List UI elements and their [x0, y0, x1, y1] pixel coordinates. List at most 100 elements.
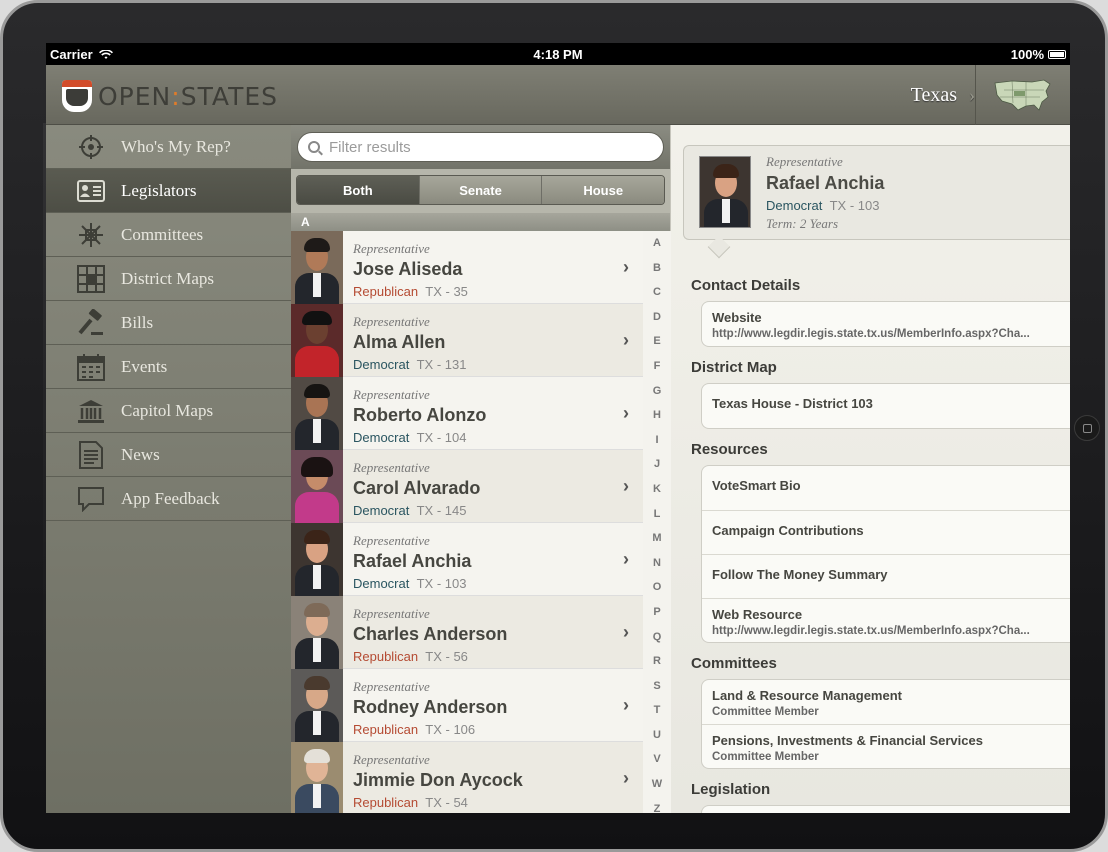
app-screen: OPEN:STATES Texas › Who's My Rep? Legisl…: [46, 65, 1070, 813]
sidebar-item-label: App Feedback: [121, 488, 220, 508]
alphabet-index[interactable]: A B C D E F G H I J K L M N O P Q R S T: [643, 231, 671, 813]
sidebar-item-whos-my-rep[interactable]: Who's My Rep?: [46, 125, 291, 169]
sidebar-item-committees[interactable]: Committees: [46, 213, 291, 257]
state-selector[interactable]: Texas ›: [911, 65, 975, 125]
index-letter[interactable]: D: [643, 305, 671, 330]
contact-details-title: Contact Details: [691, 277, 801, 294]
chevron-right-icon: ›: [623, 768, 629, 788]
index-letter[interactable]: G: [643, 379, 671, 404]
legislator-district: TX - 106: [425, 722, 476, 737]
index-letter[interactable]: T: [643, 698, 671, 723]
sidebar-item-capitol-maps[interactable]: Capitol Maps: [46, 389, 291, 433]
map-grid-icon: [76, 264, 106, 294]
index-letter[interactable]: Z: [643, 797, 671, 813]
search-input[interactable]: Filter results: [297, 132, 664, 162]
list-item[interactable]: Representative Rafael Anchia Democrat TX -…: [291, 523, 643, 596]
sidebar-item-events[interactable]: Events: [46, 345, 291, 389]
list-item[interactable]: Representative Roberto Alonzo Democrat TX …: [291, 377, 643, 450]
committees-group: Land & Resource Management Committee Mem…: [701, 679, 1070, 769]
legislator-list-panel: Filter results Both Senate House A Repre…: [291, 125, 671, 813]
votesmart-bio-cell[interactable]: VoteSmart Bio: [702, 466, 1070, 510]
website-cell[interactable]: Website http://www.legdir.legis.state.tx…: [702, 302, 1070, 346]
sidebar-item-district-maps[interactable]: District Maps: [46, 257, 291, 301]
index-letter[interactable]: B: [643, 256, 671, 281]
index-letter[interactable]: H: [643, 403, 671, 428]
legislator-role: Representative: [353, 241, 430, 256]
index-letter[interactable]: N: [643, 551, 671, 576]
battery-icon: [1048, 50, 1066, 59]
sidebar-item-label: Events: [121, 356, 168, 376]
index-letter[interactable]: R: [643, 649, 671, 674]
logo-open: OPEN: [98, 81, 172, 111]
list-item[interactable]: Representative Charles Anderson Republican…: [291, 596, 643, 669]
list-item[interactable]: Representative Rodney Anderson Republican …: [291, 669, 643, 742]
resources-group: VoteSmart Bio Campaign Contributions Fol…: [701, 465, 1070, 643]
legislator-photo: [291, 523, 343, 596]
index-letter[interactable]: A: [643, 231, 671, 256]
web-resource-url: http://www.legdir.legis.state.tx.us/Memb…: [712, 625, 1030, 637]
index-letter[interactable]: M: [643, 526, 671, 551]
battery-percent: 100%: [1010, 47, 1044, 62]
detail-role: Representative: [766, 154, 843, 169]
list-item[interactable]: Representative Alma Allen Democrat TX - 13…: [291, 304, 643, 377]
committee-cell[interactable]: Land & Resource Management Committee Mem…: [702, 680, 1070, 724]
legislator-photo: [291, 231, 343, 304]
index-letter[interactable]: C: [643, 280, 671, 305]
chevron-right-icon: ›: [623, 695, 629, 715]
index-letter[interactable]: J: [643, 452, 671, 477]
district-map-title: District Map: [691, 359, 777, 376]
index-letter[interactable]: S: [643, 674, 671, 699]
list-item[interactable]: Representative Jose Aliseda Republican TX …: [291, 231, 643, 304]
card-pointer: [707, 235, 731, 259]
index-letter[interactable]: O: [643, 575, 671, 600]
legislator-name: Carol Alvarado: [353, 478, 481, 498]
index-letter[interactable]: V: [643, 747, 671, 772]
district-map-cell[interactable]: Texas House - District 103: [702, 384, 1070, 428]
legislator-name: Charles Anderson: [353, 624, 508, 644]
legislator-name: Rafael Anchia: [353, 551, 472, 571]
index-letter[interactable]: F: [643, 354, 671, 379]
sidebar-item-legislators[interactable]: Legislators: [46, 169, 291, 213]
legislator-photo: [291, 669, 343, 742]
sidebar-item-app-feedback[interactable]: App Feedback: [46, 477, 291, 521]
legislator-name: Alma Allen: [353, 332, 446, 352]
legislator-photo: [291, 596, 343, 669]
home-button[interactable]: [1074, 415, 1100, 441]
legislator-role: Representative: [353, 387, 430, 402]
segment-house[interactable]: House: [541, 176, 664, 204]
sidebar-item-news[interactable]: News: [46, 433, 291, 477]
index-letter[interactable]: E: [643, 329, 671, 354]
index-letter[interactable]: U: [643, 723, 671, 748]
legislator-district: TX - 131: [416, 357, 467, 372]
index-letter[interactable]: P: [643, 600, 671, 625]
list-item[interactable]: Representative Jimmie Don Aycock Republica…: [291, 742, 643, 813]
list-item[interactable]: Representative Carol Alvarado Democrat TX …: [291, 450, 643, 523]
segment-senate[interactable]: Senate: [418, 176, 542, 204]
campaign-contributions-cell[interactable]: Campaign Contributions: [702, 510, 1070, 554]
index-letter[interactable]: L: [643, 502, 671, 527]
shield-logo-icon: [62, 80, 92, 112]
sidebar-item-bills[interactable]: Bills: [46, 301, 291, 345]
us-map-button[interactable]: [975, 65, 1070, 125]
segment-both[interactable]: Both: [297, 176, 419, 204]
section-header: A: [291, 213, 670, 231]
committee-cell[interactable]: Pensions, Investments & Financial Servic…: [702, 724, 1070, 768]
capitol-icon: [76, 396, 106, 426]
follow-the-money-cell[interactable]: Follow The Money Summary: [702, 554, 1070, 598]
detail-term: Term: 2 Years: [766, 216, 839, 231]
index-letter[interactable]: Q: [643, 625, 671, 650]
index-letter[interactable]: W: [643, 772, 671, 797]
legislation-group: [701, 805, 1070, 813]
news-icon: [76, 440, 106, 470]
legislation-title: Legislation: [691, 781, 771, 798]
committee-name: Pensions, Investments & Financial Servic…: [712, 733, 983, 748]
index-letter[interactable]: I: [643, 428, 671, 453]
legislator-photo: [291, 304, 343, 377]
index-letter[interactable]: K: [643, 477, 671, 502]
sidebar-item-label: Who's My Rep?: [121, 136, 231, 156]
web-resource-cell[interactable]: Web Resource http://www.legdir.legis.sta…: [702, 598, 1070, 642]
sidebar-item-label: Legislators: [121, 180, 197, 200]
chevron-right-icon: ›: [623, 257, 629, 277]
ipad-frame: Carrier 4:18 PM 100% OPEN:STATES Texas ›: [0, 0, 1108, 852]
sidebar-item-label: District Maps: [121, 268, 215, 288]
